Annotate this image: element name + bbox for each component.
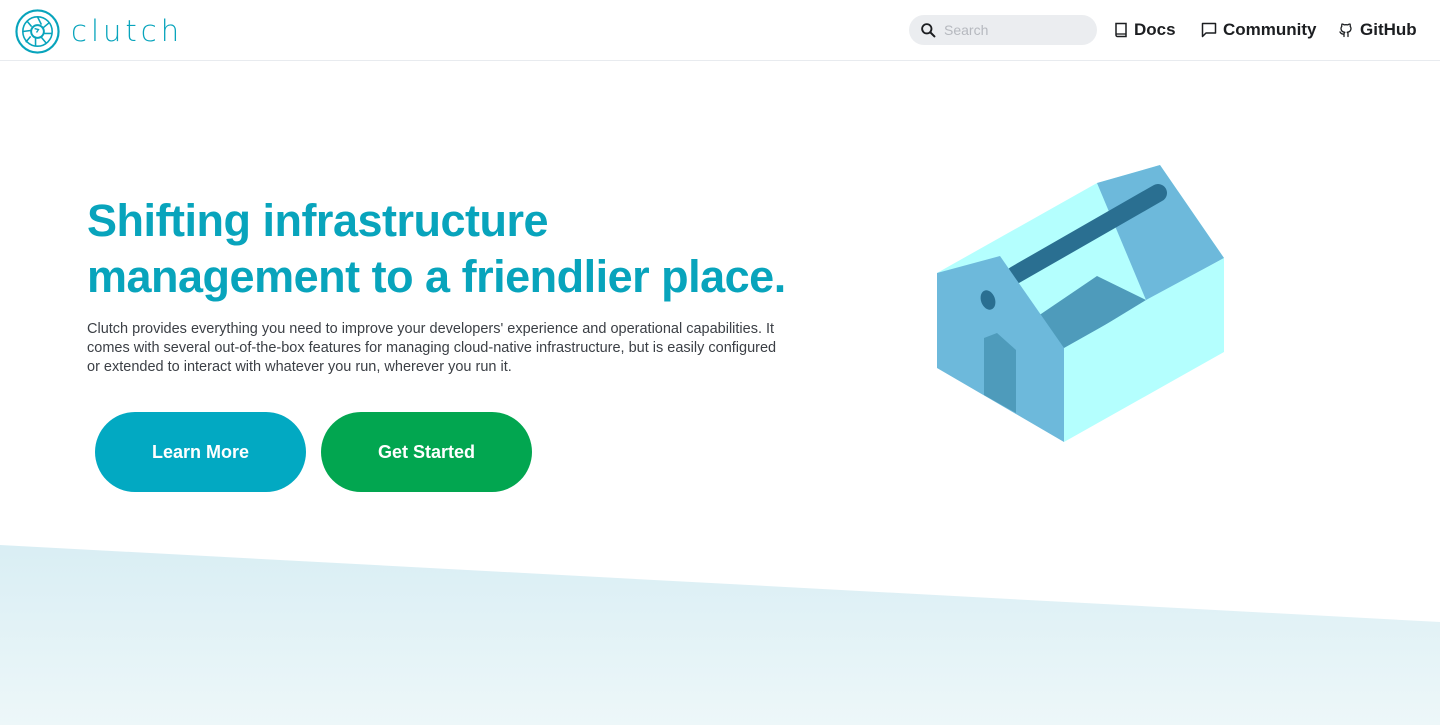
nav-link-docs[interactable]: Docs <box>1114 19 1176 41</box>
hero-description: Clutch provides everything you need to i… <box>87 321 777 375</box>
navbar: clutch Docs Community G <box>0 0 1440 61</box>
clutch-logo-icon <box>15 8 60 54</box>
search-icon <box>921 22 936 37</box>
nav-link-label: GitHub <box>1360 20 1417 39</box>
github-icon <box>1339 23 1352 38</box>
search-box[interactable] <box>909 15 1097 45</box>
book-icon <box>1115 22 1127 38</box>
background-wave <box>0 545 1440 725</box>
learn-more-button[interactable]: Learn More <box>95 412 306 492</box>
chat-bubble-icon <box>1201 22 1217 38</box>
toolbox-illustration <box>937 165 1224 442</box>
search-input[interactable] <box>944 16 1084 44</box>
hero-title-line-1: Shifting infrastructure <box>87 195 549 246</box>
nav-link-github[interactable]: GitHub <box>1338 19 1417 41</box>
brand-home-link[interactable]: clutch <box>14 7 183 55</box>
hero-title-line-2: management to a friendlier place. <box>87 251 786 302</box>
nav-link-label: Docs <box>1134 20 1176 39</box>
brand-name: clutch <box>71 13 184 48</box>
get-started-button[interactable]: Get Started <box>321 412 532 492</box>
nav-link-community[interactable]: Community <box>1201 19 1317 41</box>
nav-link-label: Community <box>1223 20 1317 39</box>
hero-title: Shifting infrastructure management to a … <box>87 193 807 305</box>
page: clutch Docs Community G <box>0 0 1440 725</box>
